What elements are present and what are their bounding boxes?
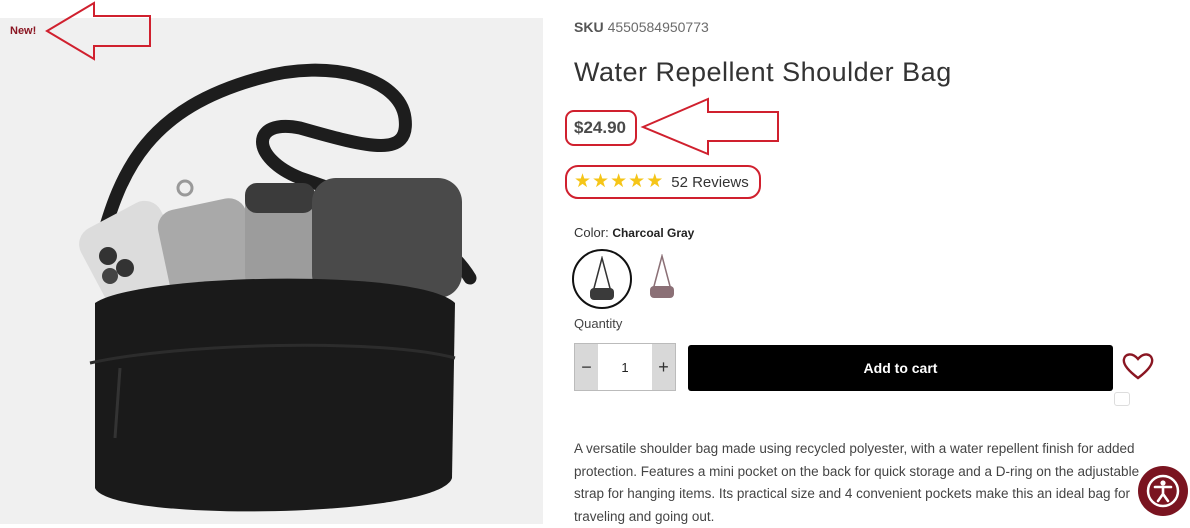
star-icon: ★ bbox=[646, 172, 663, 192]
description-line: protection. Features a mini pocket on th… bbox=[574, 461, 1164, 484]
bag-thumbnail-icon bbox=[587, 256, 617, 302]
product-image[interactable] bbox=[0, 18, 543, 524]
quantity-stepper: − 1 + bbox=[574, 343, 676, 391]
compare-checkbox[interactable] bbox=[1114, 392, 1130, 406]
bag-thumbnail-icon bbox=[647, 254, 677, 300]
color-label: Color: Charcoal Gray bbox=[574, 225, 694, 240]
quantity-label: Quantity bbox=[574, 316, 622, 331]
heart-icon bbox=[1122, 352, 1154, 380]
add-to-cart-button[interactable]: Add to cart bbox=[688, 345, 1113, 391]
product-title: Water Repellent Shoulder Bag bbox=[574, 57, 952, 88]
star-icon: ★ bbox=[592, 172, 609, 192]
description-line: traveling and going out. bbox=[574, 506, 1164, 528]
quantity-input[interactable]: 1 bbox=[598, 344, 652, 390]
new-badge: New! bbox=[10, 25, 36, 37]
star-icon: ★ bbox=[574, 172, 591, 192]
quantity-decrease-button[interactable]: − bbox=[575, 344, 598, 390]
star-icon: ★ bbox=[610, 172, 627, 192]
reviews-link[interactable]: 52 Reviews bbox=[671, 174, 749, 191]
sku: SKU4550584950773 bbox=[574, 19, 709, 35]
swatch-purple[interactable] bbox=[634, 249, 690, 305]
accessibility-button[interactable] bbox=[1138, 466, 1188, 516]
swatch-charcoal-gray[interactable] bbox=[572, 249, 632, 309]
star-rating: ★ ★ ★ ★ ★ bbox=[574, 172, 663, 192]
quantity-increase-button[interactable]: + bbox=[652, 344, 675, 390]
bag-illustration bbox=[0, 18, 543, 524]
description-line: A versatile shoulder bag made using recy… bbox=[574, 438, 1164, 461]
star-icon: ★ bbox=[628, 172, 645, 192]
product-price: $24.90 bbox=[574, 118, 626, 138]
annotation-arrow-price bbox=[640, 96, 782, 158]
wishlist-button[interactable] bbox=[1122, 352, 1154, 385]
rating[interactable]: ★ ★ ★ ★ ★ 52 Reviews bbox=[574, 172, 749, 192]
product-description: A versatile shoulder bag made using recy… bbox=[574, 438, 1164, 528]
description-line: strap for hanging items. Its practical s… bbox=[574, 483, 1164, 506]
accessibility-icon bbox=[1146, 474, 1180, 508]
